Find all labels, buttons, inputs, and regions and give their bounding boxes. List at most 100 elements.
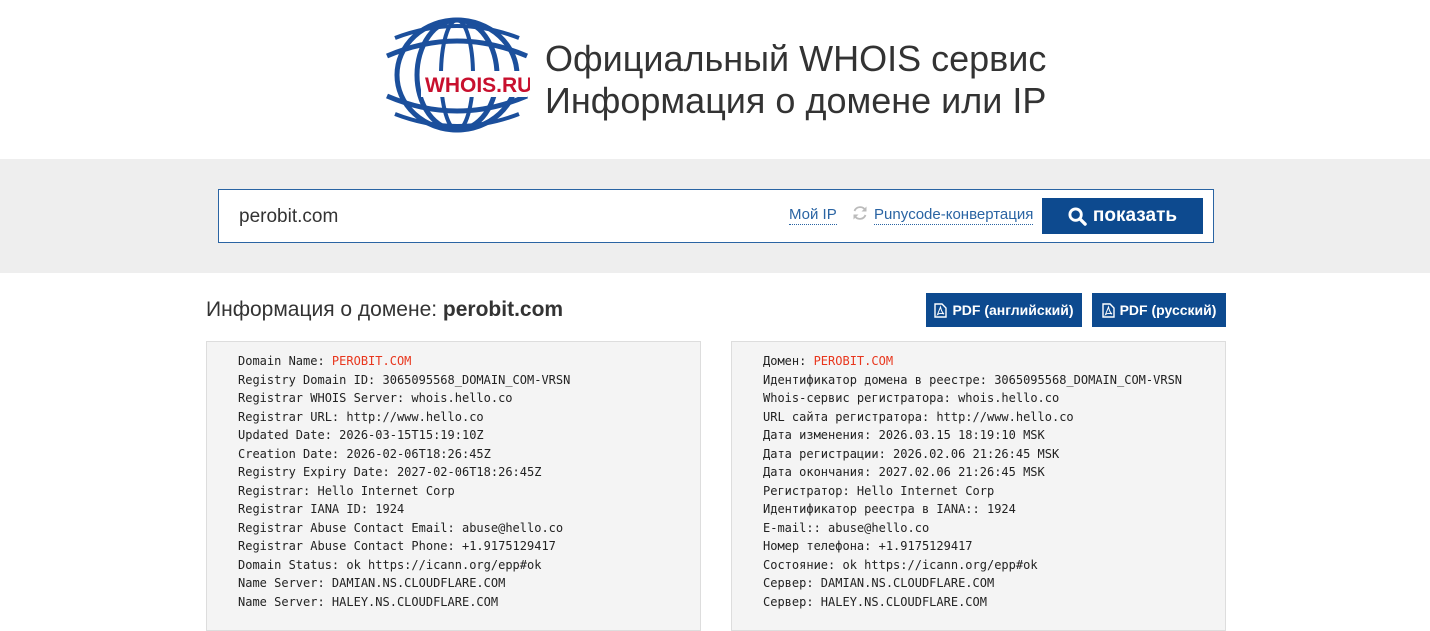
my-ip-link[interactable]: Мой IP bbox=[789, 206, 837, 225]
whois-field-value: ok https://icann.org/epp#ok bbox=[346, 557, 542, 572]
whois-field-label: Идентификатор домена в реестре: bbox=[763, 372, 995, 387]
whois-field-value: 2026-02-06T18:26:45Z bbox=[346, 446, 491, 461]
whois-field-label: Состояние: bbox=[763, 557, 843, 572]
whois-row: E-mail:: abuse@hello.co bbox=[763, 519, 1225, 538]
site-slogan: Официальный WHOIS сервис Информация о до… bbox=[545, 38, 1046, 122]
search-input[interactable] bbox=[239, 202, 759, 232]
whois-field-value: http://www.hello.co bbox=[346, 409, 484, 424]
whois-field-value: 2026.03.15 18:19:10 MSK bbox=[878, 428, 1045, 442]
whois-field-label: Name Server: bbox=[238, 594, 332, 609]
whois-field-value: abuse@hello.co bbox=[828, 520, 930, 535]
whois-row: Домен: PEROBIT.COM bbox=[763, 352, 1225, 371]
whois-field-value: 3065095568_DOMAIN_COM-VRSN bbox=[994, 372, 1183, 387]
whois-row: Идентификатор реестра в IANA:: 1924 bbox=[763, 500, 1225, 519]
whois-field-value: +1.9175129417 bbox=[878, 539, 973, 553]
whois-field-label: Registrar: bbox=[238, 483, 318, 498]
whois-row: Сервер: HALEY.NS.CLOUDFLARE.COM bbox=[763, 593, 1225, 612]
whois-row: Registrar Abuse Contact Email: abuse@hel… bbox=[238, 519, 700, 538]
pdf-russian-button[interactable]: PDF (русский) bbox=[1092, 293, 1226, 327]
whois-field-label: Сервер: bbox=[763, 576, 821, 590]
domain-info-title: Информация о домене: perobit.com bbox=[206, 298, 563, 322]
whois-row: Дата регистрации: 2026.02.06 21:26:45 MS… bbox=[763, 445, 1225, 464]
whois-field-label: Creation Date: bbox=[238, 446, 347, 461]
search-icon bbox=[1068, 206, 1087, 226]
refresh-icon[interactable] bbox=[851, 204, 869, 222]
whois-field-label: Дата изменения: bbox=[763, 428, 879, 442]
whois-field-value: http://www.hello.co bbox=[936, 409, 1074, 424]
whois-field-value: DAMIAN.NS.CLOUDFLARE.COM bbox=[331, 576, 506, 590]
whois-row: Registrar URL: http://www.hello.co bbox=[238, 408, 700, 427]
whois-field-label: Registrar Abuse Contact Email: bbox=[238, 520, 462, 535]
whois-field-value: abuse@hello.co bbox=[461, 520, 564, 535]
whois-field-label: Сервер: bbox=[763, 594, 821, 609]
search-form: Мой IP Punycode-конвертация показать bbox=[218, 189, 1214, 243]
whois-field-label: Регистратор: bbox=[763, 483, 857, 498]
whois-row: Name Server: HALEY.NS.CLOUDFLARE.COM bbox=[238, 593, 700, 612]
whois-row: Registrar WHOIS Server: whois.hello.co bbox=[238, 389, 700, 408]
show-button[interactable]: показать bbox=[1042, 198, 1203, 234]
pdf-russian-label: PDF (русский) bbox=[1119, 302, 1217, 318]
whois-row: Domain Name: PEROBIT.COM bbox=[238, 352, 700, 371]
whois-english-panel: Domain Name: PEROBIT.COM Registry Domain … bbox=[206, 341, 701, 631]
whois-field-label: Domain Name: bbox=[238, 354, 332, 368]
logo-text: WHOIS.RU bbox=[425, 74, 530, 97]
whois-field-label: Идентификатор реестра в IANA:: bbox=[763, 502, 987, 516]
whois-field-label: Domain Status: bbox=[238, 557, 347, 572]
whois-field-label: E-mail:: bbox=[763, 520, 829, 535]
whois-domain-value: PEROBIT.COM bbox=[331, 354, 412, 368]
whois-field-label: Whois-сервис регистратора: bbox=[763, 391, 959, 405]
slogan-line-2: Информация о домене или IP bbox=[545, 80, 1047, 121]
punycode-link[interactable]: Punycode-конвертация bbox=[874, 206, 1034, 225]
whois-domain-value: PEROBIT.COM bbox=[813, 354, 894, 368]
whois-row: Дата изменения: 2026.03.15 18:19:10 MSK bbox=[763, 426, 1225, 445]
whois-row: Updated Date: 2026-03-15T15:19:10Z bbox=[238, 426, 700, 445]
whois-field-value: DAMIAN.NS.CLOUDFLARE.COM bbox=[820, 576, 995, 590]
whois-field-label: Номер телефона: bbox=[763, 539, 879, 553]
whois-field-value: ok https://icann.org/epp#ok bbox=[842, 557, 1038, 572]
whois-logo[interactable]: WHOIS.RU bbox=[385, 16, 530, 134]
site-header: WHOIS.RU Официальный WHOIS сервис Информ… bbox=[0, 0, 1430, 159]
pdf-file-icon bbox=[1101, 302, 1115, 318]
whois-row: URL сайта регистратора: http://www.hello… bbox=[763, 408, 1225, 427]
pdf-file-icon bbox=[934, 302, 948, 318]
whois-field-label: Registry Expiry Date: bbox=[238, 465, 397, 479]
whois-russian-panel: Домен: PEROBIT.COM Идентификатор домена в… bbox=[731, 341, 1226, 631]
whois-row: Registrar IANA ID: 1924 bbox=[238, 500, 700, 519]
whois-field-value: 3065095568_DOMAIN_COM-VRSN bbox=[382, 372, 571, 387]
whois-field-value: +1.9175129417 bbox=[461, 539, 556, 553]
whois-row: Идентификатор домена в реестре: 30650955… bbox=[763, 371, 1225, 390]
slogan-line-1: Официальный WHOIS сервис bbox=[545, 38, 1047, 79]
whois-field-label: Registrar URL: bbox=[238, 409, 347, 424]
whois-row: Registrar Abuse Contact Phone: +1.917512… bbox=[238, 537, 700, 556]
pdf-english-button[interactable]: PDF (английский) bbox=[926, 293, 1082, 327]
whois-row: Регистратор: Hello Internet Corp bbox=[763, 482, 1225, 501]
whois-field-value: 2027-02-06T18:26:45Z bbox=[396, 465, 542, 479]
whois-field-label: Дата окончания: bbox=[763, 465, 879, 479]
whois-field-label: Registrar WHOIS Server: bbox=[238, 391, 412, 405]
whois-field-value: 1924 bbox=[986, 502, 1016, 516]
whois-field-value: 2027.02.06 21:26:45 MSK bbox=[878, 465, 1045, 479]
whois-field-value: HALEY.NS.CLOUDFLARE.COM bbox=[331, 594, 499, 609]
whois-field-value: HALEY.NS.CLOUDFLARE.COM bbox=[820, 594, 987, 609]
whois-field-value: 2026-03-15T15:19:10Z bbox=[339, 428, 484, 442]
whois-field-label: Registrar Abuse Contact Phone: bbox=[238, 539, 462, 553]
whois-row: Номер телефона: +1.9175129417 bbox=[763, 537, 1225, 556]
show-button-label: показать bbox=[1092, 205, 1178, 226]
search-band: Мой IP Punycode-конвертация показать bbox=[0, 159, 1430, 273]
whois-row: Состояние: ok https://icann.org/epp#ok bbox=[763, 556, 1225, 575]
whois-field-label: Дата регистрации: bbox=[763, 446, 894, 461]
info-title-domain: perobit.com bbox=[442, 298, 564, 321]
whois-field-label: Name Server: bbox=[238, 576, 332, 590]
whois-field-value: whois.hello.co bbox=[958, 391, 1060, 405]
whois-row: Name Server: DAMIAN.NS.CLOUDFLARE.COM bbox=[238, 574, 700, 593]
whois-field-value: 2026.02.06 21:26:45 MSK bbox=[893, 446, 1060, 461]
whois-field-value: whois.hello.co bbox=[411, 391, 513, 405]
whois-row: Registry Expiry Date: 2027-02-06T18:26:4… bbox=[238, 463, 700, 482]
whois-field-value: Hello Internet Corp bbox=[317, 483, 455, 498]
pdf-english-label: PDF (английский) bbox=[952, 302, 1074, 318]
whois-field-label: Updated Date: bbox=[238, 428, 340, 442]
whois-row: Дата окончания: 2027.02.06 21:26:45 MSK bbox=[763, 463, 1225, 482]
whois-field-label: URL сайта регистратора: bbox=[763, 409, 937, 424]
whois-row: Creation Date: 2026-02-06T18:26:45Z bbox=[238, 445, 700, 464]
whois-row: Registrar: Hello Internet Corp bbox=[238, 482, 700, 501]
